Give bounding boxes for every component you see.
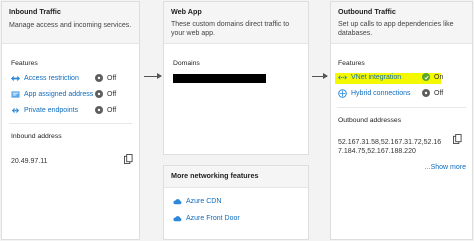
outbound-features-label: Features — [338, 60, 365, 67]
outbound-card-title: Outbound Traffic — [338, 7, 396, 16]
private-endpoints-status-text: Off — [107, 106, 117, 114]
feature-access-restriction[interactable]: Access restriction Off — [11, 70, 132, 86]
checkmark-icon — [422, 73, 430, 81]
feature-hybrid-connections[interactable]: Hybrid connections Off — [338, 85, 466, 101]
inbound-card-header: Inbound Traffic Manage access and incomi… — [2, 2, 139, 44]
off-status-icon — [95, 106, 103, 114]
access-restriction-icon — [11, 75, 20, 81]
show-more-link[interactable]: ...Show more — [338, 164, 466, 171]
vnet-icon — [338, 74, 347, 80]
cloud-icon — [173, 199, 182, 205]
access-restriction-status: Off — [95, 74, 116, 82]
inbound-address-label: Inbound address — [11, 133, 62, 140]
inbound-to-webapp-arrow — [144, 73, 162, 79]
hybrid-connections-status-text: Off — [434, 89, 444, 97]
inbound-card-title: Inbound Traffic — [9, 7, 61, 16]
networking-card-header: More networking features — [164, 166, 308, 188]
azure-cdn-link[interactable]: Azure CDN — [186, 198, 221, 205]
webapp-to-outbound-arrow — [312, 73, 328, 79]
off-status-icon — [95, 90, 103, 98]
domains-label: Domains — [173, 60, 200, 67]
hybrid-connections-icon — [338, 88, 347, 98]
vnet-integration-status: On — [422, 73, 443, 81]
inbound-address-value: 20.49.97.11 — [11, 158, 48, 165]
vnet-integration-link[interactable]: VNet integration — [351, 74, 401, 81]
off-status-icon — [95, 74, 103, 82]
more-networking-card: More networking features Azure CDN Azure… — [163, 165, 309, 240]
hybrid-connections-status: Off — [422, 89, 443, 97]
web-app-card: Web App These custom domains direct traf… — [163, 1, 309, 155]
feature-private-endpoints[interactable]: Private endpoints Off — [11, 102, 132, 118]
webapp-card-description: These custom domains direct traffic to y… — [171, 21, 290, 37]
networking-item-azure-front-door[interactable]: Azure Front Door — [173, 210, 299, 227]
inbound-traffic-card: Inbound Traffic Manage access and incomi… — [1, 1, 140, 240]
outbound-card-header: Outbound Traffic Set up calls to app dep… — [331, 2, 472, 44]
access-restriction-status-text: Off — [107, 74, 117, 82]
outbound-addresses-label: Outbound addresses — [338, 117, 402, 124]
private-endpoints-status: Off — [95, 106, 116, 114]
webapp-card-header: Web App These custom domains direct traf… — [164, 2, 308, 44]
app-assigned-address-link[interactable]: App assigned address — [24, 91, 93, 98]
feature-app-assigned-address[interactable]: App assigned address Off — [11, 86, 132, 102]
hybrid-connections-link[interactable]: Hybrid connections — [351, 90, 411, 97]
webapp-card-title: Web App — [171, 7, 202, 16]
copy-icon[interactable] — [453, 134, 462, 144]
private-endpoints-link[interactable]: Private endpoints — [24, 107, 78, 114]
feature-vnet-integration[interactable]: VNet integration On — [338, 69, 466, 85]
app-assigned-address-status: Off — [95, 90, 116, 98]
inbound-features-label: Features — [11, 60, 38, 67]
networking-item-azure-cdn[interactable]: Azure CDN — [173, 193, 299, 210]
copy-icon[interactable] — [124, 154, 133, 164]
azure-front-door-link[interactable]: Azure Front Door — [186, 215, 240, 222]
app-assigned-address-status-text: Off — [107, 90, 117, 98]
domain-value-redacted — [173, 74, 266, 83]
outbound-card-description: Set up calls to app dependencies like da… — [338, 21, 454, 37]
access-restriction-link[interactable]: Access restriction — [24, 75, 79, 82]
outbound-traffic-card: Outbound Traffic Set up calls to app dep… — [330, 1, 473, 240]
networking-card-title: More networking features — [171, 171, 259, 180]
cloud-icon — [173, 216, 182, 222]
inbound-card-description: Manage access and incoming services. — [9, 22, 132, 29]
off-status-icon — [422, 89, 430, 97]
vnet-integration-status-text: On — [434, 73, 444, 81]
private-endpoints-icon — [11, 107, 20, 113]
app-assigned-address-icon — [11, 90, 20, 98]
outbound-addresses-value: 52.167.31.58,52.167.31.72,52.167.184.75,… — [338, 139, 442, 155]
